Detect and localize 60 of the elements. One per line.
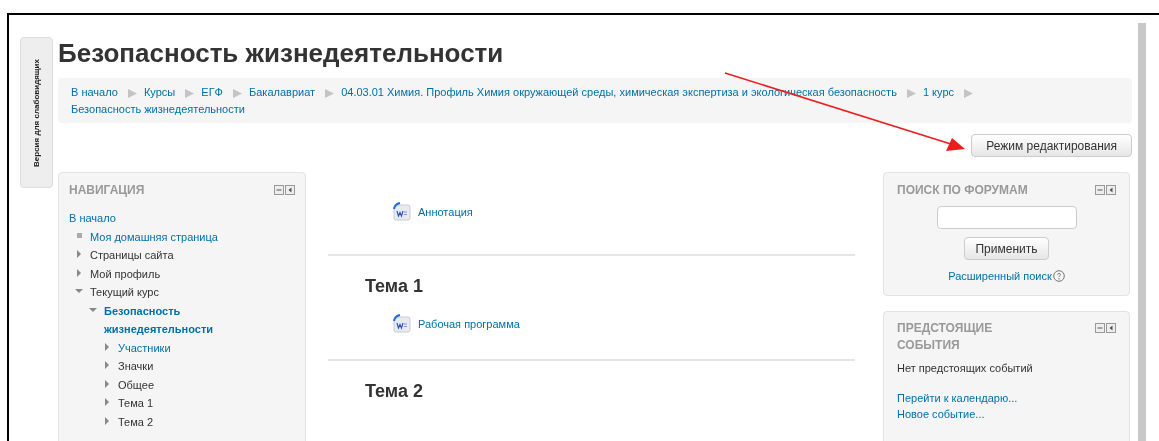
breadcrumb-link[interactable]: ЕГФ [201, 86, 223, 98]
page-title: Безопасность жизнедеятельности [58, 37, 504, 69]
collapsed-arrow-icon[interactable] [103, 416, 111, 425]
nav-item[interactable]: Безопасность жизнедеятельности [104, 301, 234, 339]
collapsed-arrow-icon[interactable] [103, 379, 111, 388]
no-events-text: Нет предстоящих событий [897, 360, 1034, 376]
collapsed-arrow-icon[interactable] [75, 268, 83, 277]
section-title: Тема 2 [364, 380, 424, 403]
scrollbar[interactable] [1138, 23, 1146, 441]
breadcrumb-link[interactable]: 1 курс [922, 86, 955, 98]
document-icon [392, 314, 412, 334]
dock-icon[interactable] [1106, 322, 1116, 333]
breadcrumb-link[interactable]: В начало [71, 86, 118, 98]
breadcrumb-link[interactable]: Безопасность жизнедеятельности [71, 103, 245, 115]
edit-mode-button[interactable]: Режим редактирования [971, 134, 1132, 157]
accessibility-tab-label: Версия для слабовидящих [30, 58, 42, 167]
accessibility-tab[interactable]: Версия для слабовидящих [20, 37, 53, 188]
block-title: ПРЕДСТОЯЩИЕ СОБЫТИЯ [897, 319, 994, 354]
nav-item[interactable]: Общее [118, 375, 155, 394]
event-link[interactable]: Перейти к календарю... [897, 390, 1018, 406]
dock-icon[interactable] [285, 185, 295, 195]
block-title: ПОИСК ПО ФОРУМАМ [897, 182, 1028, 199]
help-icon[interactable] [1052, 270, 1065, 283]
nav-item[interactable]: Участники [118, 338, 171, 357]
nav-item[interactable]: Страницы сайта [90, 246, 174, 265]
nav-item[interactable]: Тема 2 [118, 412, 154, 431]
breadcrumb-separator-icon [185, 88, 195, 98]
nav-item[interactable]: Мой профиль [90, 264, 161, 283]
nav-item[interactable]: Текущий курс [90, 283, 159, 302]
breadcrumb-link[interactable]: Курсы [143, 86, 176, 98]
search-field[interactable] [936, 206, 1077, 229]
nav-item[interactable]: Тема 1 [118, 394, 154, 413]
advanced-search-link[interactable]: Расширенный поиск [948, 268, 1052, 285]
activity-link[interactable]: Рабочая программа [418, 315, 520, 333]
activity-link[interactable]: Аннотация [418, 203, 473, 221]
nav-item[interactable]: В начало [69, 209, 116, 228]
breadcrumb-separator-icon [325, 88, 335, 98]
document-icon [392, 202, 412, 222]
apply-button[interactable]: Применить [964, 237, 1049, 260]
expanded-arrow-icon[interactable] [89, 305, 97, 314]
breadcrumb-link[interactable]: Бакалавриат [249, 86, 316, 98]
nav-item[interactable]: Моя домашняя страница [90, 227, 218, 246]
collapsed-arrow-icon[interactable] [103, 361, 111, 369]
collapsed-arrow-icon[interactable] [75, 250, 83, 258]
expanded-arrow-icon[interactable] [75, 287, 83, 295]
breadcrumb-separator-icon [233, 88, 242, 98]
collapse-icon[interactable] [1095, 185, 1105, 195]
collapsed-arrow-icon[interactable] [103, 342, 111, 351]
breadcrumb-separator-icon [906, 88, 916, 98]
section-title: Тема 1 [364, 275, 424, 298]
nav-item[interactable]: Значки [118, 357, 154, 376]
collapse-icon[interactable] [1095, 322, 1105, 333]
bullet-icon [77, 232, 82, 238]
breadcrumb-separator-icon [127, 88, 137, 98]
dock-icon[interactable] [1106, 185, 1116, 195]
breadcrumb-separator-icon [964, 88, 974, 98]
collapse-icon[interactable] [274, 185, 284, 195]
event-link[interactable]: Новое событие... [897, 406, 985, 422]
collapsed-arrow-icon[interactable] [103, 398, 111, 406]
block-title: НАВИГАЦИЯ [69, 182, 145, 199]
